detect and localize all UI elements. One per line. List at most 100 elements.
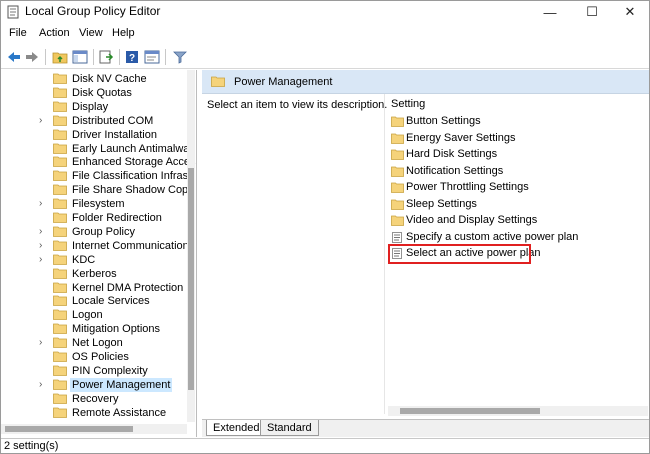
tree-item[interactable]: Early Launch Antimalwa [1, 142, 197, 156]
tree-item[interactable]: PIN Complexity [1, 364, 197, 378]
tree-item-label: Power Management [70, 378, 172, 392]
expand-chevron-icon[interactable]: › [39, 378, 49, 392]
tree-item[interactable]: Disk NV Cache [1, 72, 197, 86]
back-button[interactable] [5, 48, 23, 66]
folder-icon [53, 226, 67, 237]
tree-item-label: Folder Redirection [72, 211, 162, 225]
tree-item-label: Disk NV Cache [72, 72, 147, 86]
tree-item-label: Recovery [72, 392, 118, 406]
tree-item-label: Net Logon [72, 336, 123, 350]
expand-chevron-icon[interactable]: › [39, 114, 49, 128]
tree-item[interactable]: Logon [1, 308, 197, 322]
folder-icon [391, 215, 404, 226]
menu-file[interactable]: File [9, 27, 27, 39]
tree-item[interactable]: File Classification Infrastr [1, 169, 197, 183]
tree-item[interactable]: Folder Redirection [1, 211, 197, 225]
folder-icon [53, 254, 67, 265]
filter-icon [173, 50, 187, 64]
setting-label: Video and Display Settings [406, 213, 537, 228]
tree-item[interactable]: Recovery [1, 392, 197, 406]
tree-item[interactable]: ›Internet Communication I [1, 239, 197, 253]
tree-item-label: Early Launch Antimalwa [72, 142, 189, 156]
tree-item[interactable]: ›KDC [1, 253, 197, 267]
folder-icon [53, 240, 67, 251]
details-horizontal-scrollbar[interactable] [388, 406, 648, 416]
tree-item-label: Mitigation Options [72, 322, 160, 336]
up-folder-button[interactable] [51, 48, 69, 66]
properties-button[interactable] [143, 48, 161, 66]
setting-column-header[interactable]: Setting [391, 98, 425, 110]
folder-icon [53, 379, 67, 390]
tree-item-label: Driver Installation [72, 128, 157, 142]
minimize-button[interactable]: — [531, 1, 569, 23]
tree-horizontal-scrollbar[interactable] [1, 424, 187, 434]
tab-extended[interactable]: Extended [206, 420, 266, 436]
help-button[interactable]: ? [123, 48, 141, 66]
tree-item-label: OS Policies [72, 350, 129, 364]
details-pane: Power Management Select an item to view … [202, 70, 649, 437]
expand-chevron-icon[interactable]: › [39, 336, 49, 350]
folder-icon [53, 393, 67, 404]
setting-label: Hard Disk Settings [406, 147, 497, 162]
folder-icon [53, 129, 67, 140]
tree-vertical-scrollbar[interactable] [187, 70, 195, 422]
tree-item[interactable]: ›Distributed COM [1, 114, 197, 128]
tree-item[interactable]: File Share Shadow Copy [1, 183, 197, 197]
pane-divider [384, 94, 385, 414]
folder-icon [53, 143, 67, 154]
tree-item-label: PIN Complexity [72, 364, 148, 378]
expand-chevron-icon[interactable]: › [39, 225, 49, 239]
expand-chevron-icon[interactable]: › [39, 239, 49, 253]
up-folder-icon [52, 50, 68, 64]
folder-icon [391, 116, 404, 127]
expand-chevron-icon[interactable]: › [39, 197, 49, 211]
svg-text:?: ? [129, 53, 135, 64]
close-button[interactable]: ✕ [611, 1, 649, 23]
tree-item[interactable]: OS Policies [1, 350, 197, 364]
menu-action[interactable]: Action [39, 27, 70, 39]
tree-item[interactable]: Locale Services [1, 294, 197, 308]
tree-horizontal-scrollbar-thumb[interactable] [5, 426, 133, 432]
highlight-annotation [388, 244, 531, 264]
tree-item[interactable]: Disk Quotas [1, 86, 197, 100]
menu-help[interactable]: Help [112, 27, 135, 39]
forward-button[interactable] [23, 48, 41, 66]
export-list-button[interactable] [97, 48, 115, 66]
details-horizontal-scrollbar-thumb[interactable] [400, 408, 540, 414]
folder-icon [53, 73, 67, 84]
tree-item-label: Kernel DMA Protection [72, 281, 183, 295]
folder-icon [53, 101, 67, 112]
menu-bar: File Action View Help [1, 25, 649, 43]
setting-label: Energy Saver Settings [406, 131, 515, 146]
menu-view[interactable]: View [79, 27, 103, 39]
tree-item[interactable]: ›Filesystem [1, 197, 197, 211]
tab-standard[interactable]: Standard [260, 420, 319, 436]
maximize-button[interactable]: ☐ [573, 1, 611, 23]
tree-item[interactable]: Display [1, 100, 197, 114]
tree-item-label: Enhanced Storage Acces [72, 155, 196, 169]
tree-item[interactable]: Mitigation Options [1, 322, 197, 336]
folder-icon [53, 351, 67, 362]
tree-item[interactable]: Kernel DMA Protection [1, 281, 197, 295]
tree-item[interactable]: › Net Logon [1, 336, 197, 350]
show-hide-tree-button[interactable] [71, 48, 89, 66]
tree-item[interactable]: Enhanced Storage Acces [1, 155, 197, 169]
filter-button[interactable] [171, 48, 189, 66]
tree-item[interactable]: Driver Installation [1, 128, 197, 142]
back-icon [7, 51, 21, 63]
status-text: 2 setting(s) [4, 440, 58, 452]
tree-item[interactable]: › Power Management [1, 378, 197, 392]
folder-icon [53, 282, 67, 293]
tree-item[interactable]: Kerberos [1, 267, 197, 281]
tree-item-label: File Share Shadow Copy [72, 183, 194, 197]
folder-icon [211, 76, 225, 87]
expand-chevron-icon[interactable]: › [39, 253, 49, 267]
folder-icon [53, 198, 67, 209]
folder-icon [391, 199, 404, 210]
tree-vertical-scrollbar-thumb[interactable] [188, 168, 194, 390]
policy-setting-icon [391, 232, 404, 243]
tree-item[interactable]: ›Group Policy [1, 225, 197, 239]
folder-icon [53, 323, 67, 334]
toolbar-separator [45, 49, 46, 65]
tree-item[interactable]: Remote Assistance [1, 406, 197, 420]
